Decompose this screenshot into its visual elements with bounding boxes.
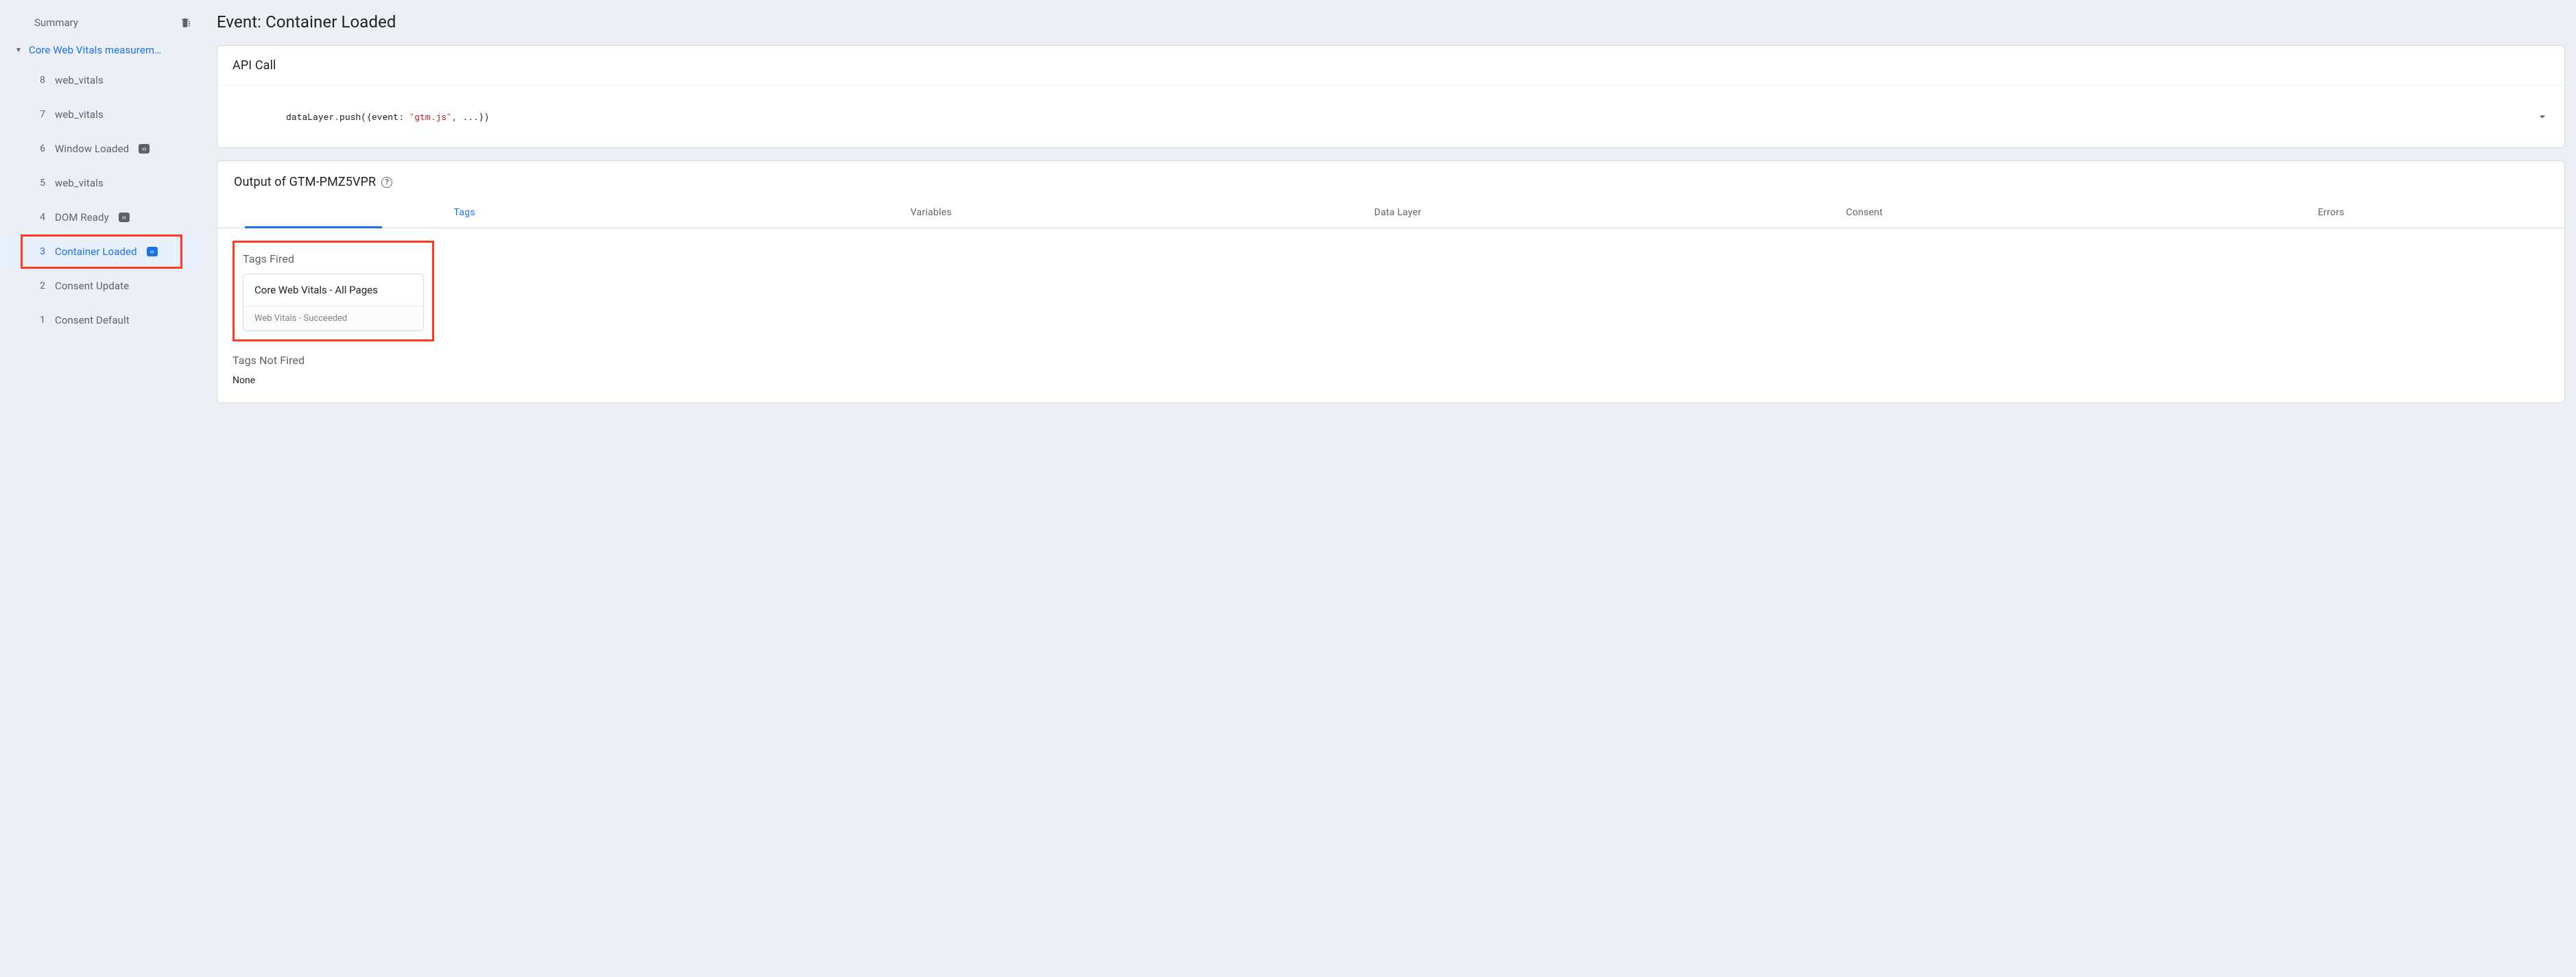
code-key: event: [372, 110, 409, 123]
tab-consent[interactable]: Consent [1631, 197, 2097, 228]
tags-fired-label: Tags Fired [243, 252, 424, 265]
caret-down-icon: ▼ [15, 47, 22, 54]
sidebar-item-label: web_vitals [55, 108, 104, 121]
sidebar-item-label: Container Loaded [55, 245, 137, 258]
page-title: Event: Container Loaded [217, 12, 2565, 32]
sidebar-item[interactable]: 1 Consent Default [0, 303, 206, 337]
chevron-down-icon[interactable] [2536, 110, 2549, 123]
sidebar-item[interactable]: 8 web_vitals [0, 63, 206, 97]
sidebar-item-number: 1 [38, 315, 45, 326]
main-content: Event: Container Loaded API Call dataLay… [206, 0, 2576, 977]
tags-fired-highlight: Tags Fired Core Web Vitals - All Pages W… [232, 241, 434, 341]
sidebar-item-label: Consent Update [55, 280, 129, 292]
tags-not-fired-none: None [232, 375, 2549, 386]
sidebar-item-number: 3 [38, 246, 45, 257]
tab-errors[interactable]: Errors [2098, 197, 2564, 228]
api-call-card: API Call dataLayer.push({event: "gtm.js"… [217, 45, 2565, 148]
sidebar-item-number: 8 [38, 75, 45, 86]
code-icon: ‹› [139, 144, 150, 154]
sidebar-group[interactable]: ▼ Core Web Vitals measurem… [0, 37, 206, 63]
sidebar-item[interactable]: 4 DOM Ready ‹› [0, 200, 206, 234]
output-title: Output of GTM-PMZ5VPR [234, 175, 376, 189]
sidebar-item-number: 5 [38, 178, 45, 189]
trash-icon[interactable] [180, 16, 192, 29]
sidebar-item-label: Window Loaded [55, 143, 129, 155]
help-icon[interactable]: ? [381, 177, 392, 188]
tag-card[interactable]: Core Web Vitals - All Pages Web Vitals -… [243, 274, 424, 331]
code-suffix: , ...}) [452, 110, 490, 123]
sidebar-item-label: web_vitals [55, 177, 104, 189]
sidebar-item[interactable]: 6 Window Loaded ‹› [0, 132, 206, 166]
code-icon: ‹› [119, 213, 130, 222]
sidebar-group-label: Core Web Vitals measurem… [29, 44, 161, 56]
tag-card-subtitle: Web Vitals - Succeeded [243, 306, 423, 330]
code-icon: ‹› [147, 247, 158, 256]
tab-variables[interactable]: Variables [697, 197, 1164, 228]
tab-tags[interactable]: Tags [231, 197, 697, 228]
output-card: Output of GTM-PMZ5VPR ? TagsVariablesDat… [217, 160, 2565, 403]
sidebar-item[interactable]: 7 web_vitals [0, 97, 206, 132]
output-tabs: TagsVariablesData LayerConsentErrors [217, 197, 2564, 228]
sidebar-item-number: 6 [38, 143, 45, 154]
sidebar-item-number: 4 [38, 212, 45, 223]
tab-data-layer[interactable]: Data Layer [1165, 197, 1631, 228]
sidebar-item-number: 7 [38, 109, 45, 120]
sidebar-item[interactable]: 2 Consent Update [0, 269, 206, 303]
sidebar: Summary ▼ Core Web Vitals measurem… 8 web… [0, 0, 206, 977]
sidebar-item-label: DOM Ready [55, 211, 109, 224]
api-call-body[interactable]: dataLayer.push({event: "gtm.js", ...}) [217, 86, 2564, 147]
tags-not-fired-label: Tags Not Fired [232, 354, 2549, 367]
api-call-title: API Call [217, 46, 2564, 86]
tag-card-title: Core Web Vitals - All Pages [243, 274, 423, 306]
sidebar-item[interactable]: 3 Container Loaded ‹› [0, 234, 206, 269]
sidebar-item-label: Consent Default [55, 314, 130, 326]
sidebar-item-number: 2 [38, 280, 45, 291]
sidebar-item-label: web_vitals [55, 74, 104, 86]
summary-label[interactable]: Summary [34, 16, 78, 29]
sidebar-item[interactable]: 5 web_vitals [0, 166, 206, 200]
code-string: "gtm.js" [409, 110, 451, 123]
code-prefix: dataLayer.push({ [286, 110, 372, 123]
